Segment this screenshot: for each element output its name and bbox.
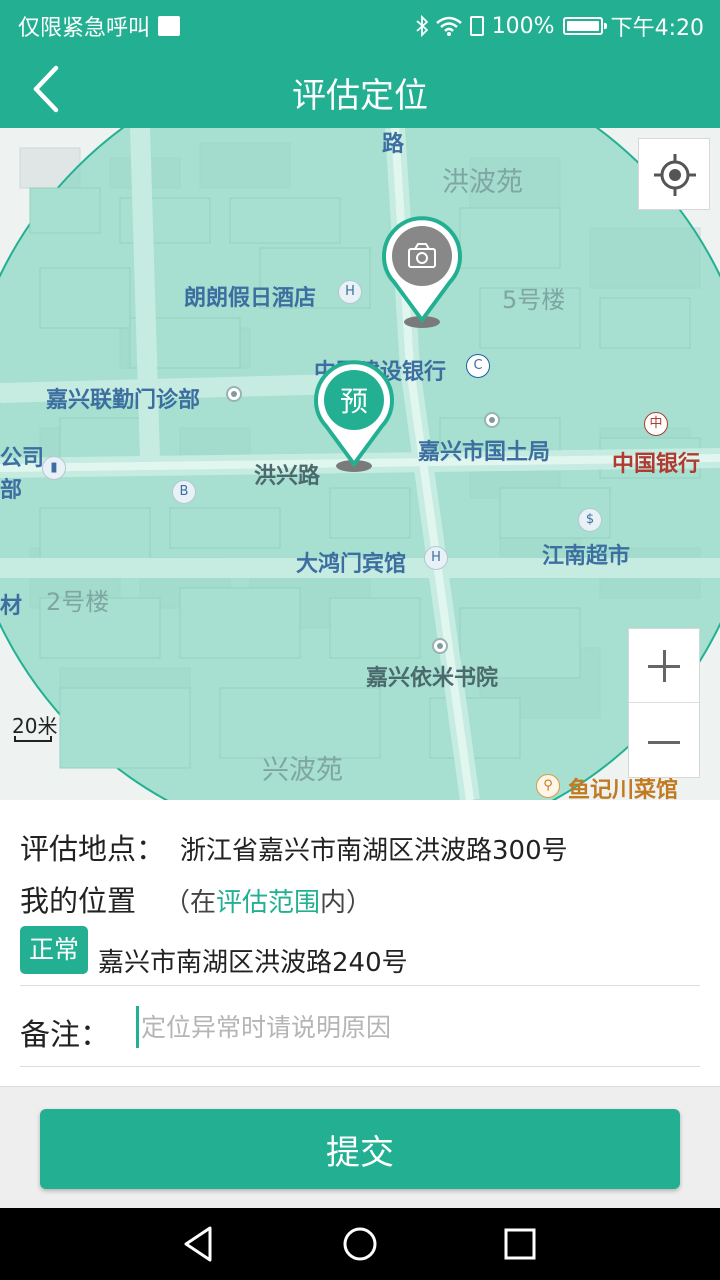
- wifi-icon: [435, 16, 462, 36]
- map-label-road-top: 路: [382, 132, 405, 157]
- clinic-dot-icon: [226, 386, 242, 402]
- map-label-company: 公司: [0, 446, 45, 471]
- divider: [20, 1066, 700, 1067]
- locate-button[interactable]: [638, 138, 710, 210]
- map-scale-bar: [14, 736, 52, 742]
- map-label-hongbo-yuan: 洪波苑: [442, 167, 523, 198]
- info-panel: 评估地点： 浙江省嘉兴市南湖区洪波路300号 我的位置 （在评估范围内） 正常 …: [0, 800, 720, 1086]
- my-position-label: 我的位置: [20, 884, 137, 918]
- assessment-range-link[interactable]: 评估范围: [216, 888, 320, 918]
- zoom-out-button[interactable]: [629, 703, 699, 777]
- divider: [20, 985, 700, 986]
- circle-home-icon: [343, 1227, 377, 1261]
- map-label-dahongmen-hotel: 大鸿门宾馆: [296, 552, 407, 577]
- bookstore-dot-icon: [432, 638, 448, 654]
- current-address: 嘉兴市南湖区洪波路240号: [98, 948, 408, 978]
- assessment-address-value: 浙江省嘉兴市南湖区洪波路300号: [180, 836, 568, 866]
- map-label-cai: 材: [0, 594, 23, 619]
- target-location-pin[interactable]: [380, 216, 464, 330]
- map-label-langlang-hotel: 朗朗假日酒店: [184, 286, 317, 311]
- nav-recent-button[interactable]: [498, 1222, 542, 1266]
- hotel-icon: H: [338, 280, 362, 304]
- screen: 仅限紧急呼叫 100% 下午4:20 评估定位 路 洪波苑 朗朗假日酒店 H 5…: [0, 0, 720, 1280]
- footer: 提交: [0, 1086, 720, 1208]
- bluetooth-icon: [416, 15, 428, 37]
- map-label-land-bureau: 嘉兴市国土局: [418, 440, 551, 465]
- map-scale-label: 20米: [12, 714, 58, 738]
- map-label-boc: 中国银行: [612, 452, 701, 477]
- position-range-note: （在评估范围内）: [164, 882, 372, 919]
- system-nav-bar: [0, 1208, 720, 1280]
- zoom-controls: [628, 628, 700, 778]
- page-title: 评估定位: [292, 76, 428, 116]
- map-label-xingbo-yuan: 兴波苑: [262, 755, 343, 786]
- nav-home-button[interactable]: [338, 1222, 382, 1266]
- carrier-text: 仅限紧急呼叫: [18, 16, 151, 41]
- building-icon: ▮: [42, 456, 66, 480]
- map-label-yimi-bookstore: 嘉兴依米书院: [366, 666, 499, 691]
- map-label-building5: 5号楼: [502, 286, 566, 314]
- crosshair-icon: [654, 154, 696, 196]
- title-bar: 评估定位: [0, 50, 720, 128]
- map-label-clinic: 嘉兴联勤门诊部: [46, 388, 201, 413]
- map-view[interactable]: 路 洪波苑 朗朗假日酒店 H 5号楼 中国建设银行 C 嘉兴联勤门诊部 公司 部…: [0, 128, 720, 800]
- remark-input[interactable]: [136, 1006, 696, 1048]
- triangle-back-icon: [184, 1226, 212, 1262]
- status-badge: 正常: [20, 926, 88, 974]
- submit-button[interactable]: 提交: [40, 1109, 680, 1189]
- sim-icon: [469, 16, 484, 36]
- status-time: 下午4:20: [610, 16, 704, 41]
- boc-bank-icon: 中: [644, 412, 668, 436]
- remark-label: 备注：: [20, 1018, 110, 1053]
- restaurant-icon: ⚲: [536, 774, 560, 798]
- zoom-in-button[interactable]: [629, 629, 699, 703]
- battery-percent: 100%: [491, 13, 555, 39]
- hotel-icon-2: H: [424, 546, 448, 570]
- map-label-jiangnan-market: 江南超市: [542, 544, 631, 569]
- nav-back-button[interactable]: [176, 1222, 220, 1266]
- status-bar: 仅限紧急呼叫 100% 下午4:20: [0, 0, 720, 50]
- status-right: 100% 下午4:20: [416, 10, 704, 42]
- position-note-suffix: 内）: [320, 888, 373, 918]
- position-note-prefix: （在: [164, 888, 217, 918]
- bus-stop-icon: B: [172, 480, 196, 504]
- supermarket-icon: $: [578, 508, 602, 532]
- land-bureau-dot-icon: [484, 412, 500, 428]
- mail-icon: [158, 16, 181, 36]
- preset-pin-label: 预: [340, 385, 368, 418]
- map-label-hongxing-road: 洪兴路: [254, 464, 321, 489]
- map-label-building2: 2号楼: [46, 588, 110, 616]
- ccb-bank-icon: C: [466, 354, 490, 378]
- assessment-address-label: 评估地点：: [20, 832, 166, 866]
- status-left: 仅限紧急呼叫: [18, 10, 181, 42]
- square-recent-icon: [504, 1228, 536, 1260]
- battery-icon: [562, 17, 607, 35]
- map-label-bu: 部: [0, 478, 23, 503]
- my-position-pin[interactable]: 预: [312, 360, 396, 474]
